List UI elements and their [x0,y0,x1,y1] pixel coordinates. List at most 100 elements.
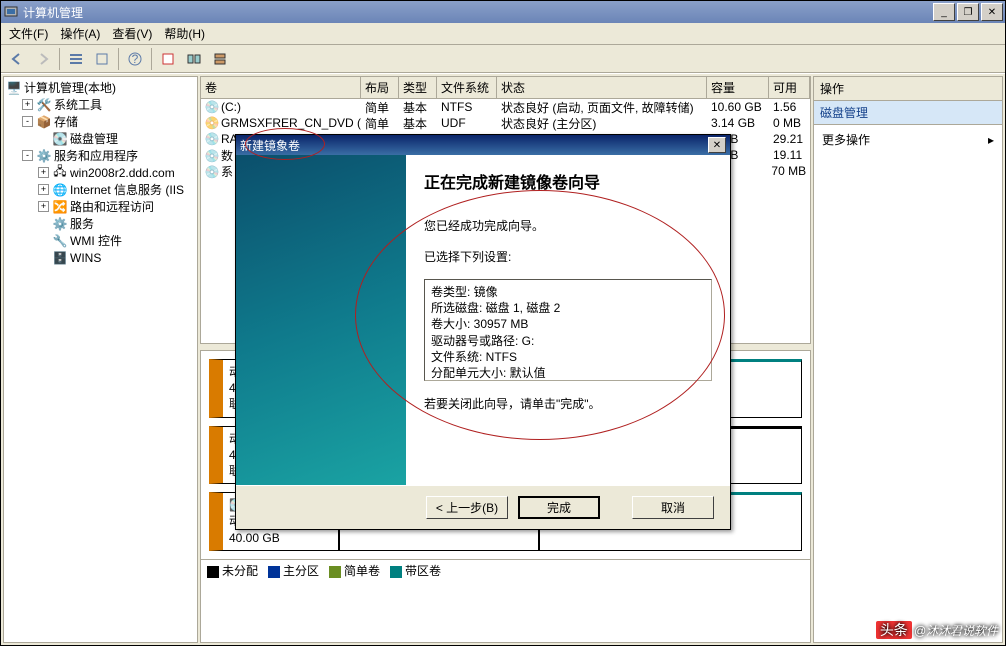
finish-button[interactable]: 完成 [518,496,600,519]
collapse-icon[interactable]: - [22,116,33,127]
svg-text:?: ? [132,52,139,66]
wins-icon: 🗄️ [52,250,68,266]
refresh-button[interactable] [156,47,180,71]
minimize-button[interactable]: _ [933,3,955,21]
link-label: 更多操作 [822,131,870,148]
wmi-icon: 🔧 [52,233,68,249]
apps-icon: ⚙️ [36,148,52,164]
actions-section: 磁盘管理 [814,101,1002,125]
help-button[interactable]: ? [123,47,147,71]
server-icon: 🖧 [52,165,68,181]
dialog-sidebar-graphic [236,155,406,485]
menu-view[interactable]: 查看(V) [106,23,158,44]
tree-label: 存储 [54,113,78,130]
tree-root-label: 计算机管理(本地) [24,79,116,96]
layout1-button[interactable] [182,47,206,71]
tree-label: Internet 信息服务 (IIS [70,181,184,198]
tree-label: 系统工具 [54,96,102,113]
dialog-text: 若要关闭此向导，请单击"完成"。 [424,395,712,412]
cell: GRMSXFRER_CN_DVD (D:) [221,116,361,130]
tree-rras[interactable]: +🔀路由和远程访问 [6,198,195,215]
collapse-icon[interactable]: - [22,150,33,161]
back-button[interactable]: < 上一步(B) [426,496,508,519]
maximize-button[interactable]: ❐ [957,3,979,21]
expand-icon[interactable]: + [38,184,49,195]
dvd-icon: 📀 [205,116,219,130]
tree-pane[interactable]: 🖥️计算机管理(本地) +🛠️系统工具 -📦存储 💽磁盘管理 -⚙️服务和应用程… [3,76,198,643]
expand-icon[interactable]: + [22,99,33,110]
storage-icon: 📦 [36,114,52,130]
menu-action[interactable]: 操作(A) [54,23,106,44]
dialog-title: 新建镜象卷 [240,137,708,154]
cell: 数 [221,149,233,163]
actions-header: 操作 [814,77,1002,101]
cell: 状态良好 (主分区) [497,115,707,132]
gear-icon: ⚙️ [52,216,68,232]
tree-wmi[interactable]: 🔧WMI 控件 [6,232,195,249]
cell: 基本 [399,99,437,116]
disk-icon: 💽 [52,131,68,147]
tree-label: win2008r2.ddd.com [70,166,175,180]
setting-line: 驱动器号或路径: G: [431,333,705,349]
col-type[interactable]: 类型 [399,77,437,98]
cell: 70 MB [767,164,810,178]
layout2-button[interactable] [208,47,232,71]
expand-icon[interactable]: + [38,167,49,178]
col-volume[interactable]: 卷 [201,77,361,98]
disk-cap: 40.00 GB [229,530,332,546]
settings-listbox[interactable]: 卷类型: 镜像 所选磁盘: 磁盘 1, 磁盘 2 卷大小: 30957 MB 驱… [424,279,712,381]
menu-help[interactable]: 帮助(H) [158,23,211,44]
cell: 1.56 [769,100,800,114]
tree-iis[interactable]: +🌐Internet 信息服务 (IIS [6,181,195,198]
dialog-buttons: < 上一步(B) 完成 取消 [236,485,730,529]
cell: 基本 [399,115,437,132]
forward-button[interactable] [31,47,55,71]
expand-icon[interactable]: + [38,201,49,212]
cell: 10.60 GB [707,100,769,114]
setting-line: 分配单元大小: 默认值 [431,365,705,381]
dialog-titlebar[interactable]: 新建镜象卷 ✕ [236,135,730,155]
tree-label: 服务 [70,215,94,232]
col-status[interactable]: 状态 [497,77,707,98]
legend: 未分配 主分区 简单卷 带区卷 [201,559,810,581]
wizard-dialog: 新建镜象卷 ✕ 正在完成新建镜像卷向导 您已经成功完成向导。 已选择下列设置: … [235,134,731,530]
setting-line: 卷类型: 镜像 [431,284,705,300]
view-list-button[interactable] [64,47,88,71]
watermark-text: @沐沐君说软件 [914,624,998,638]
tree-systools[interactable]: +🛠️系统工具 [6,96,195,113]
iis-icon: 🌐 [52,182,68,198]
tree-root[interactable]: 🖥️计算机管理(本地) [6,79,195,96]
chevron-right-icon: ▸ [988,133,994,147]
cell: 3.14 GB [707,116,769,130]
col-layout[interactable]: 布局 [361,77,399,98]
properties-button[interactable] [90,47,114,71]
tree-services[interactable]: ⚙️服务 [6,215,195,232]
tree-diskmgmt[interactable]: 💽磁盘管理 [6,130,195,147]
menubar: 文件(F) 操作(A) 查看(V) 帮助(H) [1,23,1005,45]
col-fs[interactable]: 文件系统 [437,77,497,98]
main-titlebar: 计算机管理 _ ❐ ✕ [1,1,1005,23]
dialog-text: 您已经成功完成向导。 [424,217,712,234]
tree-services-apps[interactable]: -⚙️服务和应用程序 [6,147,195,164]
volume-row[interactable]: 💿(C:) 简单 基本 NTFS 状态良好 (启动, 页面文件, 故障转储) 1… [201,99,810,115]
back-button[interactable] [5,47,29,71]
cell: 19.11 [769,148,806,162]
dialog-close-button[interactable]: ✕ [708,137,726,153]
tree-label: WMI 控件 [70,232,122,249]
cell: (C:) [221,100,241,114]
col-free[interactable]: 可用 [769,77,810,98]
tree-label: WINS [70,251,101,265]
more-actions-link[interactable]: 更多操作 ▸ [814,125,1002,154]
tree-win2008[interactable]: +🖧win2008r2.ddd.com [6,164,195,181]
close-button[interactable]: ✕ [981,3,1003,21]
legend-label: 主分区 [283,564,319,578]
tree-wins[interactable]: 🗄️WINS [6,249,195,266]
volume-row[interactable]: 📀GRMSXFRER_CN_DVD (D:) 简单 基本 UDF 状态良好 (主… [201,115,810,131]
setting-line: 文件系统: NTFS [431,349,705,365]
tree-label: 路由和远程访问 [70,198,154,215]
cancel-button[interactable]: 取消 [632,496,714,519]
menu-file[interactable]: 文件(F) [3,23,54,44]
cell: 状态良好 (启动, 页面文件, 故障转储) [497,99,707,116]
tree-storage[interactable]: -📦存储 [6,113,195,130]
col-capacity[interactable]: 容量 [707,77,769,98]
